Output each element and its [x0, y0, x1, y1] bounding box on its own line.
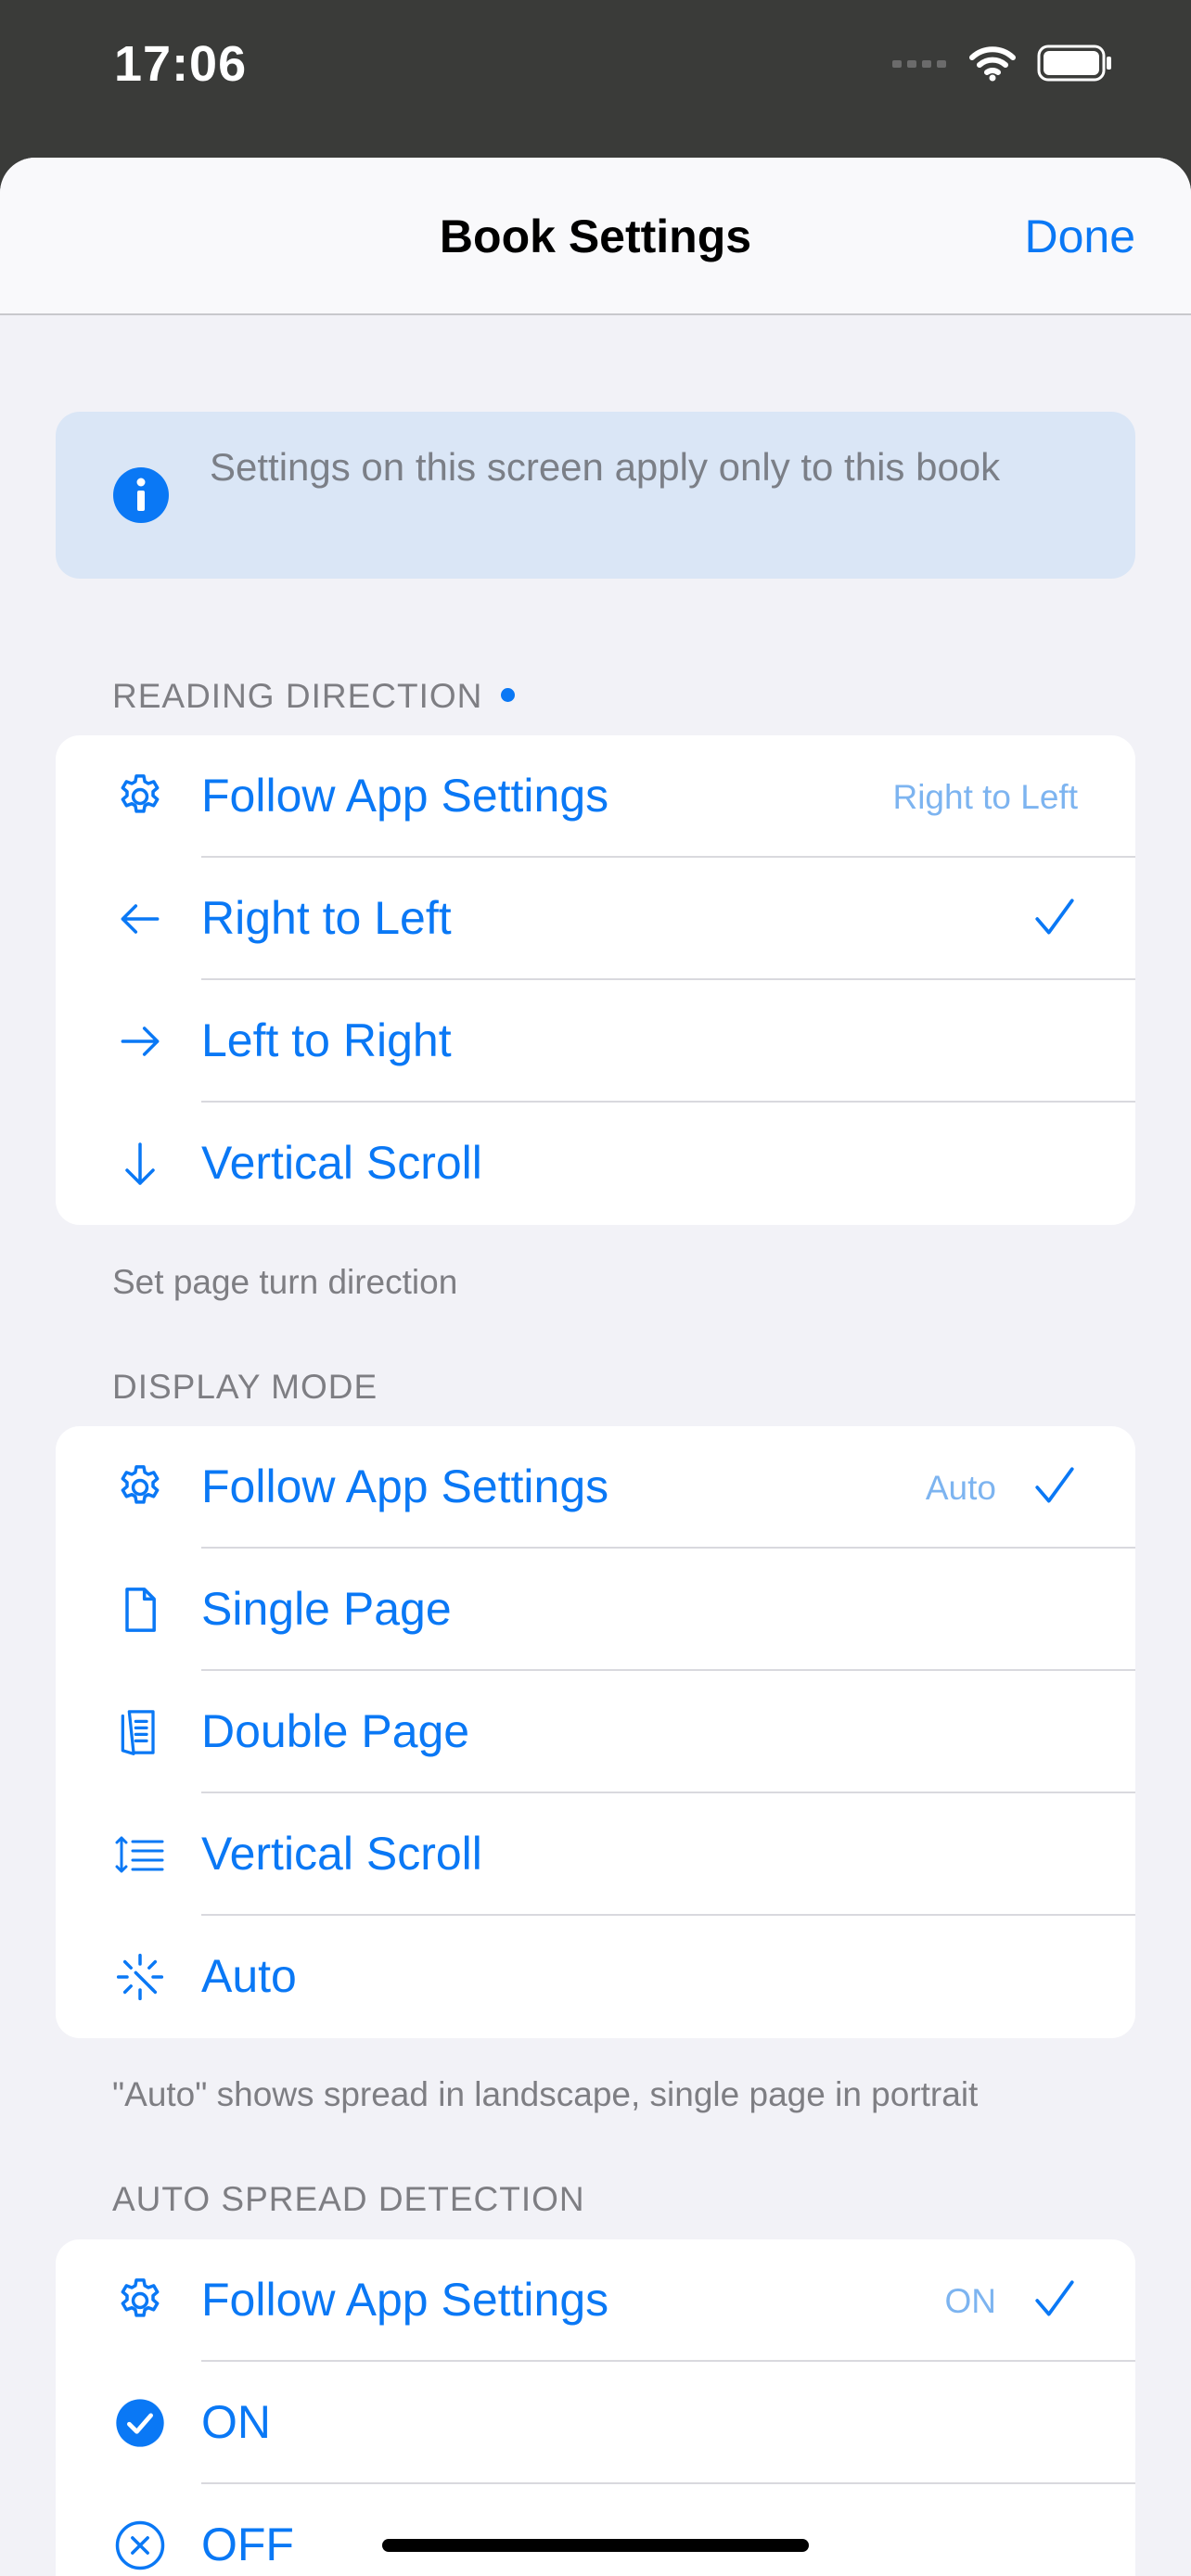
auto-spread-off[interactable]: OFF: [56, 2484, 1135, 2576]
double-page-icon: [114, 1706, 166, 1758]
row-label: ON: [201, 2396, 271, 2448]
section-header-display-mode: DISPLAY MODE: [112, 1368, 378, 1406]
battery-icon: [1037, 45, 1113, 86]
wifi-icon: [968, 45, 1017, 86]
reading-direction-follow-app-settings[interactable]: Follow App Settings Right to Left: [56, 735, 1135, 858]
status-bar: 17:06: [0, 0, 1191, 158]
checkmark-icon: [1031, 1463, 1078, 1514]
checkmark-icon: [1031, 895, 1078, 946]
reading-direction-list: Follow App Settings Right to Left Right …: [56, 735, 1135, 1225]
book-settings-sheet: Book Settings Done Settings on this scre…: [0, 158, 1191, 2576]
row-value: Auto: [925, 1469, 996, 1507]
row-label: Follow App Settings: [201, 2274, 609, 2326]
section-header-reading-direction: READING DIRECTION: [112, 677, 516, 716]
status-icons: [892, 45, 1113, 86]
arrow-down-icon: [114, 1138, 166, 1190]
display-mode-single-page[interactable]: Single Page: [56, 1549, 1135, 1671]
reading-direction-footer: Set page turn direction: [112, 1263, 458, 1301]
row-label: OFF: [201, 2519, 294, 2570]
auto-spread-follow-app-settings[interactable]: Follow App Settings ON: [56, 2239, 1135, 2362]
checkmark-icon: [1031, 2276, 1078, 2327]
row-label: Right to Left: [201, 892, 452, 944]
row-value: Right to Left: [892, 778, 1078, 816]
xmark-circle-icon: [114, 2519, 166, 2571]
reading-direction-vertical-scroll[interactable]: Vertical Scroll: [56, 1103, 1135, 1225]
auto-spread-on[interactable]: ON: [56, 2362, 1135, 2484]
home-indicator[interactable]: [382, 2539, 809, 2552]
display-mode-auto[interactable]: Auto: [56, 1916, 1135, 2038]
row-label: Vertical Scroll: [201, 1137, 482, 1189]
reading-direction-right-to-left[interactable]: Right to Left: [56, 858, 1135, 980]
info-circle-icon: [113, 467, 169, 528]
gear-icon: [114, 2275, 166, 2327]
row-label: Left to Right: [201, 1014, 452, 1066]
display-mode-follow-app-settings[interactable]: Follow App Settings Auto: [56, 1426, 1135, 1549]
row-value: ON: [944, 2282, 997, 2320]
changed-indicator-dot: [501, 687, 516, 702]
display-mode-vertical-scroll[interactable]: Vertical Scroll: [56, 1793, 1135, 1916]
row-label: Follow App Settings: [201, 770, 609, 822]
done-button[interactable]: Done: [1024, 210, 1135, 263]
auto-spread-list: Follow App Settings ON ON OFF: [56, 2239, 1135, 2576]
row-label: Double Page: [201, 1705, 470, 1757]
checkmark-circle-fill-icon: [114, 2397, 166, 2449]
reading-direction-left-to-right[interactable]: Left to Right: [56, 980, 1135, 1103]
auto-sparkle-icon: [114, 1951, 166, 2003]
row-label: Vertical Scroll: [201, 1828, 482, 1880]
document-icon: [114, 1584, 166, 1636]
arrow-left-icon: [114, 893, 166, 945]
gear-icon: [114, 1461, 166, 1513]
arrow-right-icon: [114, 1015, 166, 1067]
nav-bar: Book Settings Done: [0, 158, 1191, 315]
row-label: Auto: [201, 1950, 297, 2002]
section-header-auto-spread-detection: AUTO SPREAD DETECTION: [112, 2180, 585, 2218]
info-text: Settings on this screen apply only to th…: [210, 445, 1001, 489]
status-time: 17:06: [114, 36, 248, 92]
page-title: Book Settings: [439, 210, 752, 262]
display-mode-double-page[interactable]: Double Page: [56, 1671, 1135, 1793]
row-label: Single Page: [201, 1583, 452, 1635]
cellular-signal-icon: [892, 57, 948, 74]
vertical-scroll-list-icon: [114, 1829, 166, 1881]
info-banner: Settings on this screen apply only to th…: [56, 412, 1135, 579]
gear-icon: [114, 771, 166, 823]
display-mode-footer: "Auto" shows spread in landscape, single…: [112, 2075, 979, 2113]
display-mode-list: Follow App Settings Auto Single Page Dou…: [56, 1426, 1135, 2038]
row-label: Follow App Settings: [201, 1460, 609, 1512]
